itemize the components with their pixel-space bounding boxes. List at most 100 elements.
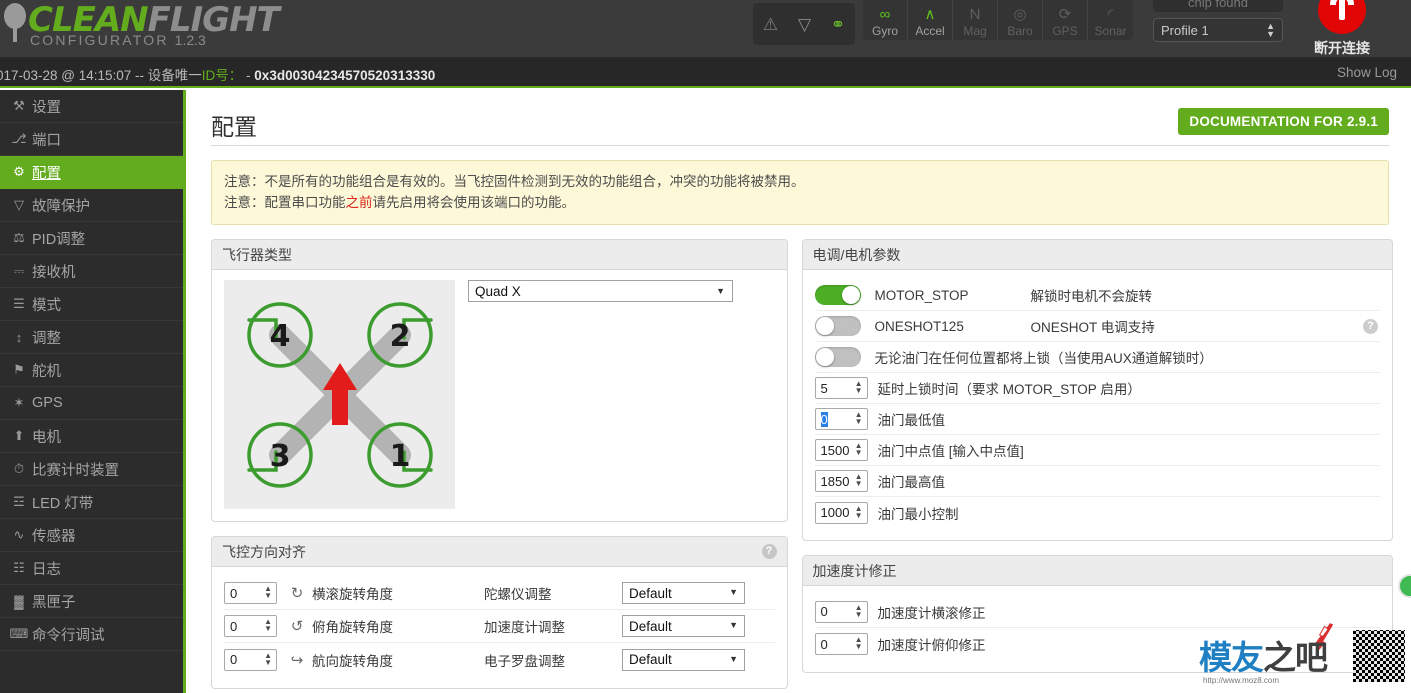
spinner-arrows-icon[interactable]: ▲ ▼ <box>855 636 863 651</box>
board-alignment-panel: 飞控方向对齐 ? 0 ▲▼ ↻ 横滚旋转角度 陀螺仪调整 Default ▼ <box>211 536 788 689</box>
spinner-arrows-icon[interactable]: ▲ ▼ <box>264 618 272 633</box>
sidebar-item-settings[interactable]: ⚒ 设置 <box>0 90 183 123</box>
spinner-arrows-icon[interactable]: ▲ ▼ <box>855 603 863 618</box>
sidebar-item-sensors[interactable]: ∿ 传感器 <box>0 519 183 552</box>
sidebar-label: 设置 <box>32 99 61 116</box>
device-info-bar: 017-03-28 @ 14:15:07 -- 设备唯一ID号： - 0x3d0… <box>0 58 1411 88</box>
mixer-type-value: Quad X <box>475 283 521 299</box>
notice-line-2-highlight: 之前 <box>345 195 373 210</box>
min-command-input[interactable]: 1000 ▲ ▼ <box>814 501 868 524</box>
notice-line-2-post: 请先启用将会使用该端口的功能。 <box>372 195 576 210</box>
page-title: 配置 <box>211 114 257 140</box>
accel-alignment-select[interactable]: Default ▼ <box>622 615 745 637</box>
link-icon[interactable]: ⚭ <box>831 16 845 33</box>
wrench-icon: ⚒ <box>13 98 25 113</box>
accel-pitch-trim-label: 加速度计俯仰修正 <box>877 638 986 653</box>
mag-icon: N <box>969 6 981 23</box>
sonar-icon: ◜ <box>1107 6 1114 23</box>
oneshot125-row: ONESHOT125 ONESHOT 电调支持 ? <box>814 311 1380 342</box>
disarm-any-throttle-row: 无论油门在任何位置都将上锁（当使用AUX通道解锁时） <box>814 342 1380 373</box>
gyro-alignment-select[interactable]: Default ▼ <box>622 582 745 604</box>
show-log-button[interactable]: Show Log <box>1337 65 1397 80</box>
documentation-button[interactable]: DOCUMENTATION FOR 2.9.1 <box>1178 108 1389 135</box>
led-icon: ☲ <box>13 494 25 509</box>
sidebar-item-logging[interactable]: ☷ 日志 <box>0 552 183 585</box>
profile-select[interactable]: Profile 1 ▲ ▼ <box>1153 18 1283 42</box>
sidebar-item-adjustments[interactable]: ↕ 调整 <box>0 321 183 354</box>
mixer-type-select[interactable]: Quad X ▼ <box>468 280 733 302</box>
sensor-status-group: ∞ Gyro ∧ Accel N Mag ◎ Baro ⟳ GPS ◜ Sona… <box>863 0 1133 40</box>
max-throttle-input[interactable]: 1850 ▲ ▼ <box>814 470 868 492</box>
mid-throttle-input[interactable]: 1500 ▲ ▼ <box>814 439 868 461</box>
spinner-arrows-icon[interactable]: ▲ ▼ <box>855 442 863 457</box>
right-column: 电调/电机参数 MOTOR_STOP 解锁时电机不会旋转 ONESHOT125 … <box>801 239 1393 689</box>
sidebar-item-ports[interactable]: ⎇ 端口 <box>0 123 183 156</box>
mixer-panel: 飞行器类型 4 2 3 1 Quad X ▼ <box>211 239 788 522</box>
mag-alignment-select[interactable]: Default ▼ <box>622 648 745 671</box>
sidebar-item-race-timer[interactable]: ⏱ 比赛计时装置 <box>0 453 183 486</box>
sidebar-item-receiver[interactable]: ⎓ 接收机 <box>0 255 183 288</box>
device-id-label: ID号： <box>201 68 243 83</box>
notice-line-1: 注意：不是所有的功能组合是有效的。当飞控固件检测到无效的功能组合，冲突的功能将被… <box>224 174 805 189</box>
esc-motor-title: 电调/电机参数 <box>802 240 1392 270</box>
gps-icon: ⟳ <box>1058 6 1072 23</box>
parachute-icon[interactable]: ▽ <box>798 16 811 33</box>
spinner-arrows-icon[interactable]: ▲ ▼ <box>855 411 863 426</box>
adjust-icon: ↕ <box>15 329 23 345</box>
sensor-mag: N Mag <box>953 0 998 40</box>
accel-roll-trim-input[interactable]: 0 ▲ ▼ <box>814 600 868 623</box>
sidebar-item-failsafe[interactable]: ▽ 故障保护 <box>0 189 183 222</box>
accel-roll-trim-label: 加速度计横滚修正 <box>877 605 986 621</box>
disconnect-button[interactable]: 断开连接 <box>1307 0 1377 58</box>
spinner-arrows-icon[interactable]: ▲ ▼ <box>855 473 863 488</box>
sidebar-item-led-strip[interactable]: ☲ LED 灯带 <box>0 486 183 519</box>
sidebar-item-servos[interactable]: ⚑ 舵机 <box>0 354 183 387</box>
spinner-arrows-icon[interactable]: ▲ ▼ <box>855 504 863 519</box>
sidebar-item-pid-tuning[interactable]: ⚖ PID调整 <box>0 222 183 255</box>
sensor-gps-label: GPS <box>1052 24 1078 38</box>
max-throttle-label: 油门最高值 <box>877 475 946 490</box>
min-throttle-value: 0 <box>820 411 828 427</box>
help-icon[interactable]: ? <box>1363 319 1378 334</box>
chevron-down-icon: ▼ <box>729 587 738 597</box>
sidebar-label: 故障保护 <box>32 198 90 215</box>
roll-degrees-input[interactable]: 0 ▲ ▼ <box>224 582 277 604</box>
pitch-degrees-input[interactable]: 0 ▲ ▼ <box>224 615 277 637</box>
chip-found-indicator: chip found <box>1153 0 1283 12</box>
warning-icon[interactable]: ⚠ <box>763 16 778 33</box>
pitch-rotate-icon: ↺ <box>290 618 304 635</box>
sensor-gyro-label: Gyro <box>871 24 898 38</box>
oneshot125-toggle[interactable] <box>814 316 861 336</box>
spinner-arrows-icon[interactable]: ▲ ▼ <box>264 651 272 666</box>
sidebar-item-configuration[interactable]: ⚙ 配置 <box>0 156 183 189</box>
min-throttle-input[interactable]: 0 ▲ ▼ <box>814 408 868 430</box>
alignment-row-pitch: 0 ▲ ▼ ↺ 俯角旋转角度 加速度计调整 Default ▼ <box>224 610 775 643</box>
sidebar-label: 命令行调试 <box>32 627 105 644</box>
sidebar-label: 比赛计时装置 <box>32 462 119 479</box>
device-timestamp: 017-03-28 @ 14:15:07 -- 设备唯一 <box>0 68 202 83</box>
disarm-any-throttle-toggle[interactable] <box>814 347 861 367</box>
help-icon[interactable]: ? <box>761 544 777 559</box>
sidebar-item-blackbox[interactable]: ▓ 黑匣子 <box>0 585 183 618</box>
status-icon-group: ⚠ ▽ ⚭ <box>753 3 855 45</box>
board-alignment-body: 0 ▲ ▼ ↻ 横滚旋转角度 陀螺仪调整 Default ▼ 0 ▲ ▼ ↺ 俯… <box>212 567 787 688</box>
blackbox-icon: ▓ <box>14 593 24 609</box>
sidebar-item-cli[interactable]: ⌨ 命令行调试 <box>0 618 183 651</box>
yaw-degrees-input[interactable]: 0 ▲ ▼ <box>224 648 277 671</box>
sidebar-item-motors[interactable]: ⬆ 电机 <box>0 420 183 453</box>
spinner-arrows-icon[interactable]: ▲ ▼ <box>264 585 272 600</box>
disarm-delay-input[interactable]: 5 ▲ ▼ <box>814 377 868 399</box>
motor-stop-toggle[interactable] <box>814 285 861 305</box>
motor-stop-desc: 解锁时电机不会旋转 <box>1030 289 1153 304</box>
receiver-icon: ⎓ <box>13 263 25 278</box>
yaw-label: 航向旋转角度 <box>312 653 393 669</box>
accel-roll-trim-value: 0 <box>820 604 828 619</box>
floating-green-indicator[interactable] <box>1398 574 1411 598</box>
sidebar-item-modes[interactable]: ☰ 模式 <box>0 288 183 321</box>
oneshot125-label: ONESHOT125 <box>874 318 964 334</box>
spinner-arrows-icon[interactable]: ▲ ▼ <box>855 380 863 395</box>
accel-pitch-trim-input[interactable]: 0 ▲ ▼ <box>814 633 868 655</box>
sensor-gyro: ∞ Gyro <box>863 0 908 40</box>
sensor-mag-label: Mag <box>963 24 987 38</box>
sidebar-item-gps[interactable]: ✶ GPS <box>0 387 183 420</box>
